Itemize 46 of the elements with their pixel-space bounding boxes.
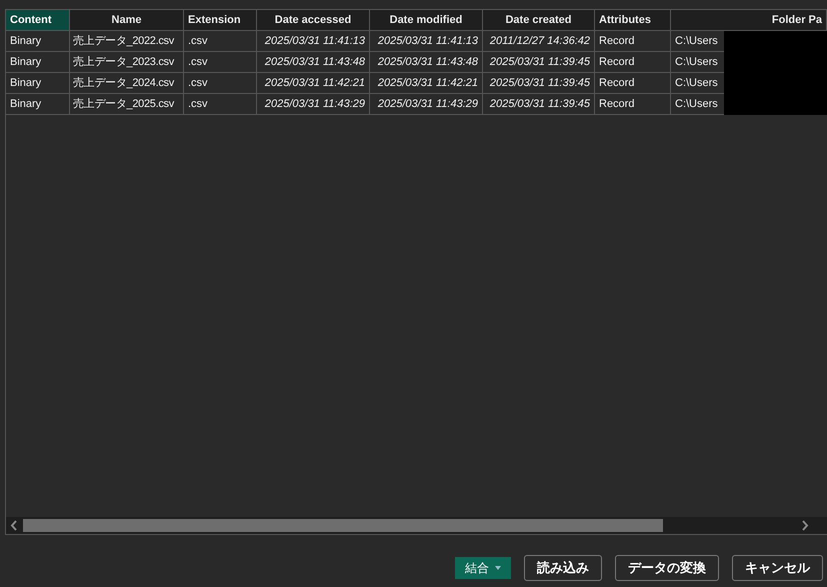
column-header[interactable]: Date modified	[370, 10, 483, 30]
table-cell-text: 2025/03/31 11:39:45	[490, 96, 590, 112]
table-cell-text: Record	[599, 34, 634, 49]
table-cell-text: 2025/03/31 11:43:48	[264, 54, 365, 70]
column-header[interactable]: Content	[6, 10, 70, 30]
table-cell-text: 2025/03/31 11:43:48	[378, 54, 478, 70]
table-cell-text: 売上データ_2025.csv	[73, 96, 174, 112]
table-cell-text: 2025/03/31 11:41:13	[378, 34, 478, 49]
column-header[interactable]: Extension	[184, 10, 257, 30]
table-cell-text: Binary	[10, 96, 42, 112]
table-cell-text: C:\Users	[675, 54, 718, 70]
table-cell-text: Record	[599, 96, 634, 112]
dialog-button[interactable]: 読み込み	[524, 555, 602, 581]
table-cell-text: 売上データ_2022.csv	[73, 34, 174, 49]
horizontal-scrollbar[interactable]	[6, 517, 827, 534]
table-cell-text: 2025/03/31 11:39:45	[490, 76, 590, 91]
table-cell-text: .csv	[188, 34, 208, 49]
column-header[interactable]: Name	[70, 10, 184, 30]
table-cell-text: .csv	[188, 76, 208, 91]
table-cell-text: 2025/03/31 11:43:29	[378, 96, 478, 112]
table-cell-text: 売上データ_2023.csv	[73, 54, 174, 70]
table-cell-text: 2011/12/27 14:36:42	[490, 34, 590, 49]
table-cell-text: 2025/03/31 11:43:29	[264, 96, 365, 112]
caret-down-icon	[495, 566, 501, 570]
dialog-button[interactable]: データの変換	[615, 555, 719, 581]
table-cell-text: Binary	[10, 54, 42, 70]
table-cell-text: 2025/03/31 11:41:13	[264, 34, 365, 49]
column-header[interactable]: Date accessed	[257, 10, 370, 30]
table-cell-text: Record	[599, 54, 634, 70]
table-cell-text: C:\Users	[675, 76, 718, 91]
combine-button[interactable]: 結合	[455, 557, 511, 579]
table-cell-text: .csv	[188, 96, 208, 112]
table-cell-text: 2025/03/31 11:42:21	[378, 76, 478, 91]
table-cell-text: 2025/03/31 11:39:45	[490, 54, 590, 70]
table-cell-text: Record	[599, 76, 634, 91]
table-cell-text: Binary	[10, 34, 42, 49]
dialog-button[interactable]: キャンセル	[732, 555, 823, 581]
column-header[interactable]: Folder Pa	[671, 10, 827, 30]
table-cell-text: C:\Users	[675, 96, 718, 112]
column-header[interactable]: Date created	[483, 10, 595, 30]
table-cell-text: 2025/03/31 11:42:21	[264, 76, 365, 91]
table-cell-text: Binary	[10, 76, 42, 91]
table-cell-text: 売上データ_2024.csv	[73, 76, 174, 91]
column-header[interactable]: Attributes	[595, 10, 671, 30]
table-cell-text: C:\Users	[675, 34, 718, 49]
table-cell-text: .csv	[188, 54, 208, 70]
